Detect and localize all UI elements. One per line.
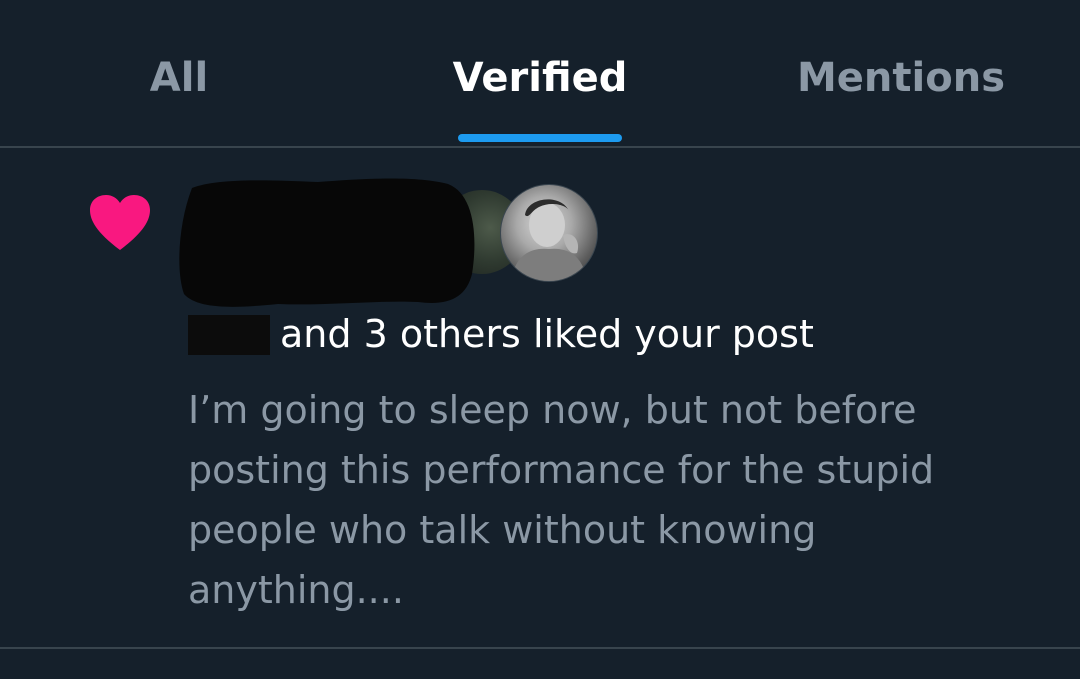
liker-avatars xyxy=(178,176,608,312)
liked-post-preview: I’m going to sleep now, but not before p… xyxy=(188,388,935,612)
notification-summary: and 3 others liked your post xyxy=(188,308,814,360)
tab-all[interactable]: All xyxy=(150,52,208,104)
tab-mentions[interactable]: Mentions xyxy=(797,52,1005,104)
heart-icon xyxy=(90,195,150,250)
liked-text: and 3 others liked your post xyxy=(280,312,814,356)
profile-photo-icon xyxy=(511,199,587,281)
avatar[interactable] xyxy=(500,184,598,282)
notification-tabs: All Verified Mentions xyxy=(0,0,1080,146)
like-notification[interactable]: and 3 others liked your post I’m going t… xyxy=(0,148,1080,647)
tab-verified[interactable]: Verified xyxy=(453,52,628,104)
redacted-avatars xyxy=(179,178,475,307)
notifications-page: All Verified Mentions and 3 others liked… xyxy=(0,0,1080,679)
redacted-username xyxy=(188,315,270,355)
active-tab-indicator xyxy=(458,134,622,142)
notification-divider xyxy=(0,647,1080,649)
